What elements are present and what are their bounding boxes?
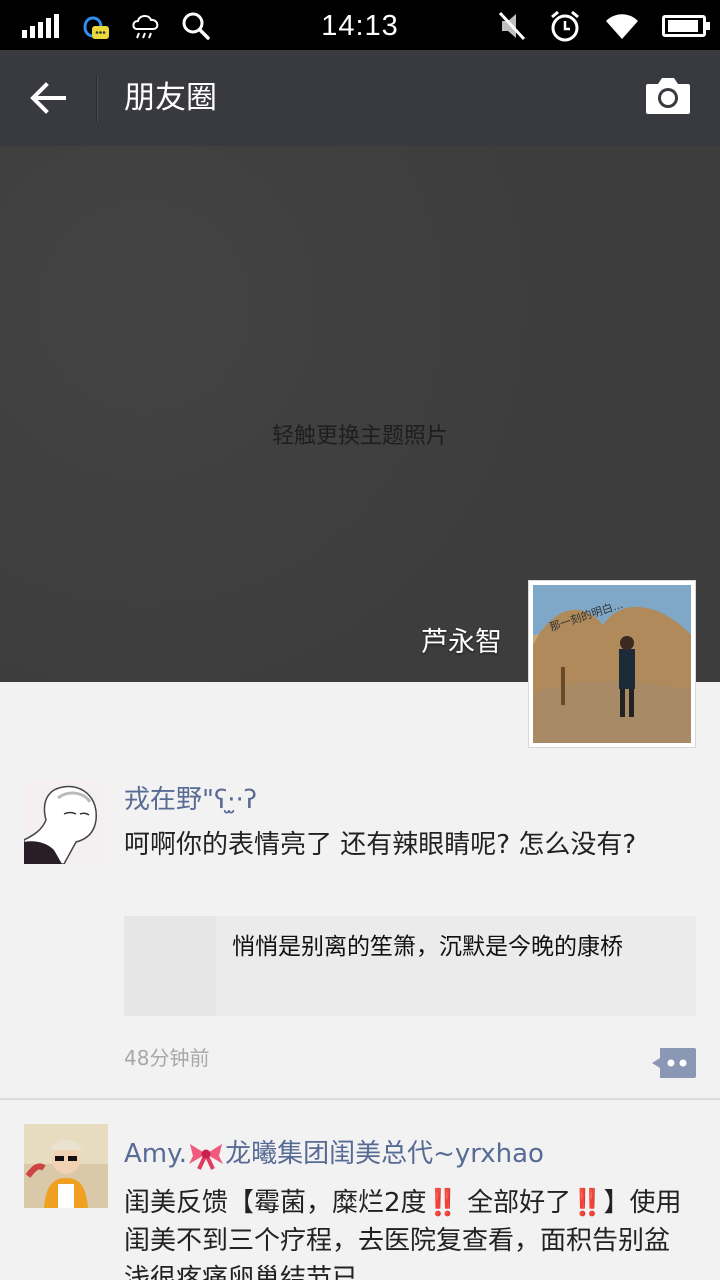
camera-button[interactable] xyxy=(644,76,694,122)
wifi-icon xyxy=(606,14,638,39)
shared-link-thumbnail xyxy=(124,916,216,1016)
post-text: 闺美反馈【霉菌，糜烂2度‼️ 全部好了‼️】使用闺美不到三个疗程，去医院复查看，… xyxy=(124,1188,682,1280)
nickname[interactable]: Amy. 龙曦集团闺美总代~yrxhao xyxy=(124,1136,544,1172)
avatar[interactable] xyxy=(23,780,108,865)
nickname-prefix: Amy. xyxy=(124,1139,188,1169)
post-text: 呵啊你的表情亮了 还有辣眼睛呢? 怎么没有? xyxy=(124,830,637,860)
nickname[interactable]: 戎在野"ʕ·̫·ʔ xyxy=(124,782,257,818)
profile-avatar[interactable]: 那一刻的明白... xyxy=(528,580,696,748)
shared-link-card[interactable]: 悄悄是别离的笙箫，沉默是今晚的康桥 xyxy=(124,916,696,1016)
comment-dots-icon xyxy=(652,1048,696,1078)
battery-icon xyxy=(662,15,710,37)
ribbon-icon xyxy=(189,1143,224,1170)
action-bar-divider xyxy=(96,76,97,122)
post-timestamp: 48分钟前 xyxy=(124,1046,210,1070)
mute-icon xyxy=(498,11,526,41)
avatar[interactable] xyxy=(24,1124,108,1208)
shared-link-title: 悄悄是别离的笙箫，沉默是今晚的康桥 xyxy=(232,934,623,960)
moment-post: Amy. 龙曦集团闺美总代~yrxhao 闺美反馈【霉菌，糜烂2度‼️ 全部好了… xyxy=(0,1100,720,1280)
cover-hint: 轻触更换主题照片 xyxy=(271,424,448,449)
nickname-suffix: 龙曦集团闺美总代~yrxhao xyxy=(225,1139,544,1169)
camera-icon xyxy=(646,78,690,114)
moment-post: 戎在野"ʕ·̫·ʔ 呵啊你的表情亮了 还有辣眼睛呢? 怎么没有? 悄悄是别离的笙… xyxy=(0,760,720,1098)
back-button[interactable] xyxy=(20,72,76,124)
status-bar: 14:13 xyxy=(0,0,720,50)
alarm-icon xyxy=(551,10,579,42)
profile-name[interactable]: 芦永智 xyxy=(421,620,502,659)
comment-button[interactable] xyxy=(652,1048,696,1078)
action-bar: 朋友圈 xyxy=(0,50,720,146)
page-title: 朋友圈 xyxy=(124,80,217,116)
back-arrow-icon xyxy=(30,82,66,114)
